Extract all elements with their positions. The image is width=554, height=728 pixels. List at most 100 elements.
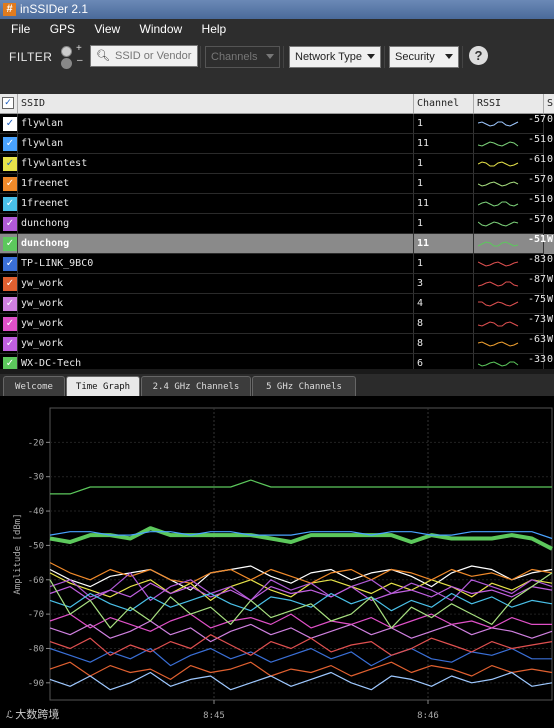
- rssi-sparkline: [478, 361, 519, 367]
- table-row[interactable]: ✓ dunchong 11 -51 W: [0, 234, 554, 254]
- row-checkbox-cell: ✓: [0, 314, 18, 334]
- tab-welcome[interactable]: Welcome: [3, 376, 65, 397]
- y-tick-label: -20: [28, 438, 44, 448]
- checkbox-icon[interactable]: ✓: [3, 357, 17, 369]
- minus-icon: –: [77, 55, 83, 66]
- table-row[interactable]: ✓ yw_work 8 -63 W: [0, 334, 554, 354]
- filter-exclude-radio[interactable]: [61, 58, 72, 69]
- rssi-value: -57: [527, 214, 546, 225]
- tab-24ghz-channels[interactable]: 2.4 GHz Channels: [141, 376, 251, 397]
- y-tick-label: -70: [28, 610, 44, 620]
- rssi-sparkline: [478, 341, 519, 347]
- table-row[interactable]: ✓ 1freenet 1 -57 0: [0, 174, 554, 194]
- checkbox-icon[interactable]: ✓: [3, 277, 17, 291]
- rssi-value: -51: [527, 134, 546, 145]
- security-value: 0: [547, 354, 554, 365]
- security-value: 0: [547, 174, 554, 185]
- watermark: ℒ 大数跨境: [6, 706, 59, 722]
- checkbox-icon[interactable]: ✓: [3, 177, 17, 191]
- sparkline-line: [478, 201, 519, 207]
- filter-include-radio[interactable]: [61, 46, 72, 57]
- network-type-dropdown[interactable]: Network Type: [289, 46, 381, 68]
- row-checkbox-cell: ✓: [0, 194, 18, 214]
- checkbox-icon[interactable]: ✓: [3, 217, 17, 231]
- table-row[interactable]: ✓ flywlantest 1 -61 0: [0, 154, 554, 174]
- y-tick-label: -80: [28, 644, 44, 654]
- security-dropdown[interactable]: Security: [389, 46, 459, 68]
- rssi-value: -87: [527, 274, 546, 285]
- row-checkbox-cell: ✓: [0, 114, 18, 134]
- column-ssid[interactable]: SSID: [18, 94, 414, 113]
- table-row[interactable]: ✓ WX-DC-Tech 6 -33 0: [0, 354, 554, 369]
- column-rssi[interactable]: RSSI: [474, 94, 544, 113]
- checkbox-icon[interactable]: ✓: [3, 237, 17, 251]
- ssid-cell: TP-LINK_9BC0: [18, 254, 414, 274]
- menu-bar: File GPS View Window Help: [0, 19, 554, 40]
- menu-window[interactable]: Window: [132, 19, 191, 40]
- y-tick-label: -50: [28, 541, 44, 551]
- channels-dropdown[interactable]: Channels: [205, 46, 280, 68]
- table-row[interactable]: ✓ flywlan 11 -51 0: [0, 134, 554, 154]
- table-row[interactable]: ✓ yw_work 4 -75 W: [0, 294, 554, 314]
- search-box[interactable]: 🔍︎: [90, 45, 198, 67]
- security-value: 0: [547, 154, 554, 165]
- table-row[interactable]: ✓ yw_work 3 -87 W: [0, 274, 554, 294]
- row-checkbox-cell: ✓: [0, 234, 18, 254]
- security-label: Security: [395, 51, 435, 63]
- ssid-cell: 1freenet: [18, 174, 414, 194]
- menu-gps[interactable]: GPS: [42, 19, 83, 40]
- header-select-all[interactable]: ✓: [0, 94, 18, 113]
- checkbox-icon[interactable]: ✓: [2, 97, 14, 109]
- rssi-sparkline: [478, 241, 519, 247]
- row-checkbox-cell: ✓: [0, 334, 18, 354]
- channel-cell: 1: [414, 174, 474, 194]
- menu-help[interactable]: Help: [194, 19, 235, 40]
- checkbox-icon[interactable]: ✓: [3, 137, 17, 151]
- ssid-cell: dunchong: [18, 214, 414, 234]
- checkbox-icon[interactable]: ✓: [3, 117, 17, 131]
- column-channel[interactable]: Channel: [414, 94, 474, 113]
- filter-bar: FILTER + – 🔍︎ Channels Network Type Secu…: [0, 40, 554, 97]
- rssi-sparkline: [478, 201, 519, 207]
- row-checkbox-cell: ✓: [0, 294, 18, 314]
- table-row[interactable]: ✓ TP-LINK_9BC0 1 -83 0: [0, 254, 554, 274]
- help-button[interactable]: ?: [469, 46, 488, 65]
- channel-cell: 1: [414, 214, 474, 234]
- checkbox-icon[interactable]: ✓: [3, 297, 17, 311]
- checkbox-icon[interactable]: ✓: [3, 197, 17, 211]
- separator: [462, 46, 463, 68]
- column-security[interactable]: S: [544, 94, 554, 113]
- ssid-cell: flywlan: [18, 134, 414, 154]
- channel-cell: 11: [414, 234, 474, 254]
- checkbox-icon[interactable]: ✓: [3, 337, 17, 351]
- hash-icon: #: [3, 3, 16, 16]
- window-title: inSSIDer 2.1: [20, 2, 89, 16]
- rssi-sparkline: [478, 261, 519, 267]
- sparkline-line: [478, 361, 519, 367]
- security-value: 0: [547, 194, 554, 205]
- table-row[interactable]: ✓ 1freenet 11 -51 0: [0, 194, 554, 214]
- table-row[interactable]: ✓ dunchong 1 -57 0: [0, 214, 554, 234]
- x-tick-label: 8:46: [417, 711, 439, 721]
- table-row[interactable]: ✓ flywlan 1 -57 0: [0, 114, 554, 134]
- search-input[interactable]: [113, 48, 197, 64]
- checkbox-icon[interactable]: ✓: [3, 317, 17, 331]
- row-checkbox-cell: ✓: [0, 214, 18, 234]
- title-bar: # inSSIDer 2.1: [0, 0, 554, 19]
- ssid-cell: WX-DC-Tech: [18, 354, 414, 369]
- rssi-value: -51: [527, 194, 546, 205]
- rssi-sparkline: [478, 281, 519, 287]
- tab-time-graph[interactable]: Time Graph: [66, 376, 140, 397]
- checkbox-icon[interactable]: ✓: [3, 157, 17, 171]
- ssid-cell: yw_work: [18, 294, 414, 314]
- tab-5ghz-channels[interactable]: 5 GHz Channels: [252, 376, 356, 397]
- menu-view[interactable]: View: [86, 19, 128, 40]
- y-tick-label: -40: [28, 507, 44, 517]
- menu-file[interactable]: File: [0, 19, 38, 40]
- table-row[interactable]: ✓ yw_work 8 -73 W: [0, 314, 554, 334]
- watermark-text: 大数跨境: [15, 709, 60, 721]
- filter-label: FILTER: [9, 50, 53, 64]
- row-checkbox-cell: ✓: [0, 154, 18, 174]
- checkbox-icon[interactable]: ✓: [3, 257, 17, 271]
- sparkline-line: [478, 301, 519, 307]
